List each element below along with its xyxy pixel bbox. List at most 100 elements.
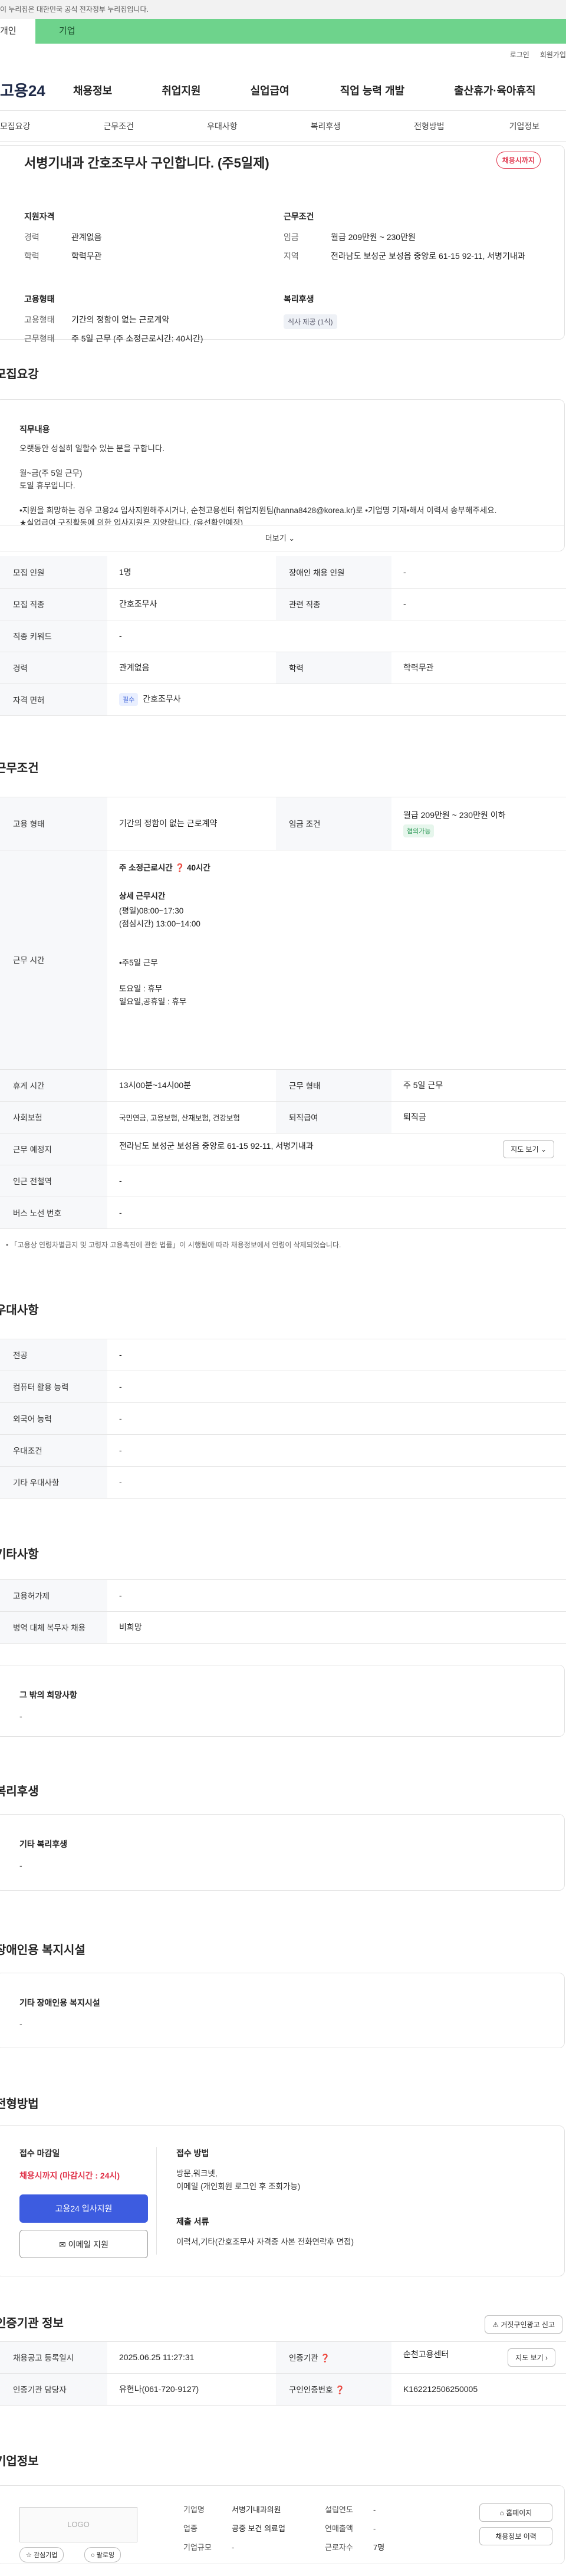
subnav-preference[interactable]: 우대사항 — [207, 120, 238, 132]
row-label: 기타 우대사항 — [0, 1466, 107, 1499]
row-value: 월급 209만원 ~ 230만원 이하협의가능 — [391, 797, 566, 850]
agency-map-label: 지도 보기 — [515, 2353, 544, 2362]
qual-career-value: 관계없음 — [71, 232, 102, 242]
report-fake-ad-button[interactable]: ⚠ 거짓구인광고 신고 — [485, 2315, 562, 2334]
more-label: 더보기 — [265, 534, 287, 543]
circle-icon: ○ — [91, 2551, 95, 2559]
row-value: - — [391, 556, 566, 589]
subnav-welfare[interactable]: 복리후생 — [311, 120, 341, 132]
row-value: 관계없음 — [107, 652, 276, 684]
industry-label: 업종 — [183, 2524, 198, 2533]
cond-wage-value: 월급 209만원 ~ 230만원 — [331, 232, 416, 242]
row-value: 순천고용센터 지도 보기 › — [391, 2341, 566, 2374]
employment-title: 고용형태 — [24, 294, 55, 304]
row-label: 모집 인원 — [0, 556, 107, 589]
subnav-work[interactable]: 근무조건 — [104, 120, 134, 132]
row-value: 유현나(061-720-9127) — [107, 2373, 276, 2406]
row-label: 관련 직종 — [276, 588, 391, 620]
table-row: 전공 - — [0, 1339, 566, 1371]
negotiable-chip: 협의가능 — [403, 824, 435, 837]
table-row: 병역 대체 복무자 채용 비희망 — [0, 1611, 566, 1644]
row-value: - — [107, 1197, 566, 1229]
row-value: K162212506250005 — [391, 2373, 566, 2406]
table-row: 외국어 능력 - — [0, 1402, 566, 1435]
mail-icon: ✉ — [59, 2239, 66, 2249]
star-icon: ☆ — [26, 2551, 32, 2559]
homepage-button[interactable]: ⌂ 홈페이지 — [479, 2503, 552, 2522]
more-button[interactable]: 더보기 ⌄ — [0, 525, 564, 551]
login-link[interactable]: 로그인 — [510, 50, 529, 60]
row-label: 인증기관 담당자 — [0, 2373, 107, 2406]
home-icon: ⌂ — [499, 2508, 504, 2517]
follow-button[interactable]: ○ 팔로잉 — [84, 2547, 121, 2562]
gnb-unemployment-benefit[interactable]: 실업급여 — [251, 83, 289, 98]
company-name: 서병기내과의원 — [232, 2505, 281, 2514]
tab-company[interactable]: 기업 — [35, 19, 566, 44]
table-row: 모집 직종 간호조무사 관련 직종 - — [0, 588, 566, 620]
docs-value: 이력서,기타(간호조무사 자격증 사본 전화연락후 면접) — [176, 2237, 354, 2246]
cond-wage-label: 임금 — [284, 232, 299, 242]
age-note: • 「고용상 연령차별금지 및 고령자 고용촉진에 관한 법률」이 시행됨에 따… — [6, 1240, 341, 1249]
welfare-block: 복리후생 식사 제공 (1식) — [284, 293, 543, 352]
row-label: 채용공고 등록일시 — [0, 2341, 107, 2374]
row-label: 근무 예정지 — [0, 1133, 107, 1165]
favorite-company-button[interactable]: ☆ 관심기업 — [19, 2547, 64, 2562]
row-label: 학력 — [276, 652, 391, 684]
map-button[interactable]: 지도 보기 ⌄ — [503, 1139, 554, 1158]
row-value: 필수 간호조무사 — [107, 684, 566, 716]
method-title: 접수 방법 — [176, 2148, 209, 2158]
industry-value: 공중 보건 의료업 — [232, 2524, 285, 2533]
qual-edu-label: 학력 — [24, 251, 40, 261]
email-apply-button[interactable]: ✉ 이메일 지원 — [19, 2229, 148, 2258]
table-row: 경력 관계없음 학력 학력무관 — [0, 652, 566, 684]
report-icon: ⚠ — [492, 2320, 499, 2329]
row-value: 13시00분~14시00분 — [107, 1069, 276, 1102]
est-label: 설립연도 — [325, 2505, 353, 2514]
welfare-section-title: 복리후생 — [0, 1785, 39, 1798]
table-row: 모집 인원 1명 장애인 채용 인원 - — [0, 556, 566, 589]
row-value: - — [107, 620, 566, 652]
row-label: 버스 노선 번호 — [0, 1197, 107, 1229]
gnb-employment-support[interactable]: 취업지원 — [162, 83, 200, 98]
condition-block: 근무조건 임금 월급 209만원 ~ 230만원 지역 전라남도 보성군 보성읍 중… — [284, 211, 543, 270]
row-value: 주 소정근로시간 ❓ 40시간 상세 근무시간 (평일)08:00~17:30 … — [107, 850, 566, 1070]
wage-value: 월급 209만원 ~ 230만원 이하 — [403, 810, 506, 820]
subnav-company[interactable]: 기업정보 — [509, 120, 540, 132]
subnav-recruit[interactable]: 모집요강 — [0, 120, 31, 132]
row-label: 고용 형태 — [0, 797, 107, 850]
row-label: 임금 조건 — [276, 797, 391, 850]
row-value: 기간의 정함이 없는 근로계약 — [107, 797, 276, 850]
recruit-table: 모집 인원 1명 장애인 채용 인원 - 모집 직종 간호조무사 관련 직종 -… — [0, 556, 566, 716]
job-title: 서병기내과 간호조무사 구인합니다. (주5일제) — [24, 156, 269, 170]
favorite-label: 관심기업 — [33, 2551, 58, 2559]
qual-edu-value: 학력무관 — [71, 251, 102, 261]
table-row: 기타 우대사항 - — [0, 1466, 566, 1499]
site-logo[interactable]: 고용24 — [0, 79, 65, 101]
gnb-jobs[interactable]: 채용정보 — [73, 83, 112, 98]
subnav-screening[interactable]: 전형방법 — [414, 120, 445, 132]
etc-wish-card: 그 밖의 희망사항 - — [0, 1664, 565, 1737]
tab-personal[interactable]: 개인 — [0, 19, 35, 44]
recruit-section-title: 모집요강 — [0, 368, 39, 381]
table-row: 채용공고 등록일시 2025.06.25 11:27:31 인증기관 ❓ 순천고… — [0, 2341, 566, 2374]
gnb-vocational-training[interactable]: 직업 능력 개발 — [340, 83, 404, 98]
table-row: 근무 예정지 전라남도 보성군 보성읍 중앙로 61-15 92-11, 서병기… — [0, 1133, 566, 1165]
agency-section-title: 인증기관 정보 — [0, 2317, 64, 2330]
signup-link[interactable]: 회원가입 — [540, 50, 566, 60]
agency-map-button[interactable]: 지도 보기 › — [508, 2348, 555, 2367]
row-label: 외국어 능력 — [0, 1402, 107, 1435]
disabled-section-title: 장애인용 복지시설 — [0, 1943, 85, 1957]
size-value: - — [232, 2542, 235, 2552]
docs-title: 제출 서류 — [176, 2216, 209, 2226]
apply-button[interactable]: 고용24 입사지원 — [19, 2194, 148, 2223]
homepage-label: 홈페이지 — [506, 2508, 532, 2517]
gnb-parental-leave[interactable]: 출산휴가·육아휴직 — [454, 83, 535, 98]
hiring-history-button[interactable]: 채용정보 이력 — [479, 2526, 552, 2545]
email-apply-label: 이메일 지원 — [68, 2239, 108, 2249]
pref-table: 전공 - 컴퓨터 활용 능력 - 외국어 능력 - 우대조건 - 기타 우대사항 - — [0, 1338, 566, 1499]
map-button-label: 지도 보기 — [511, 1145, 539, 1154]
time-detail-title: 상세 근무시간 — [119, 891, 166, 901]
size-label: 기업규모 — [183, 2542, 212, 2552]
chevron-down-icon: ⌄ — [540, 1145, 547, 1154]
employees-label: 근로자수 — [325, 2542, 353, 2552]
